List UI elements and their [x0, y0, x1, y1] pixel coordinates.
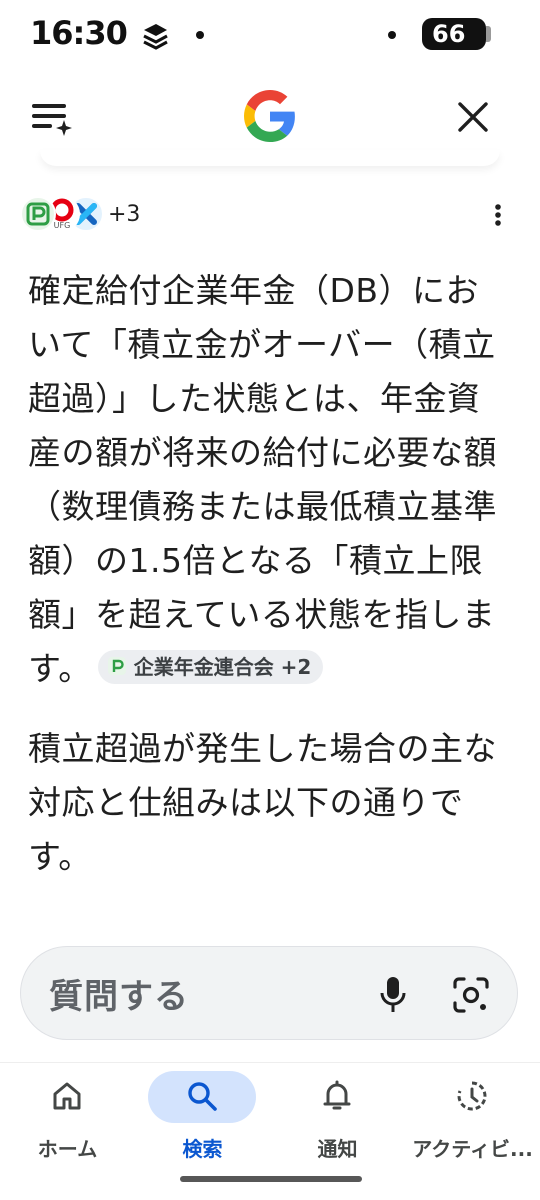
status-bar: 16:30 66: [0, 0, 540, 68]
nav-search[interactable]: 検索: [135, 1063, 270, 1183]
more-vert-icon[interactable]: [488, 200, 508, 230]
ask-input[interactable]: 質問する: [20, 946, 518, 1040]
activity-icon: [457, 1081, 487, 1111]
battery-icon: 66: [422, 18, 486, 50]
answer-text: 確定給付企業年金（DB）において「積立金がオーバー（積立超過）」した状態とは、年…: [28, 271, 497, 688]
bell-icon: [323, 1080, 351, 1110]
status-time: 16:30: [30, 14, 128, 52]
battery-level: 66: [432, 20, 466, 48]
citation-chip[interactable]: 企業年金連合会 +2: [97, 649, 324, 684]
google-g-logo[interactable]: [244, 90, 296, 142]
answer-paragraph-1: 確定給付企業年金（DB）において「積立金がオーバー（積立超過）」した状態とは、年…: [28, 264, 512, 696]
app-header: [0, 80, 540, 152]
sources-row[interactable]: UFG +3: [20, 196, 520, 236]
menu-sparkle-icon[interactable]: [30, 98, 74, 138]
notification-dot-icon: [388, 31, 396, 39]
battery-tip: [486, 26, 491, 42]
card-edge: [40, 150, 500, 166]
favicon-text: UFG: [54, 221, 71, 230]
stack-icon: [143, 24, 168, 50]
ask-placeholder: 質問する: [49, 977, 189, 1017]
nav-label-home: ホーム: [37, 1137, 98, 1161]
home-icon: [53, 1082, 81, 1110]
ai-answer: 確定給付企業年金（DB）において「積立金がオーバー（積立超過）」した状態とは、年…: [28, 264, 512, 924]
search-icon: [188, 1082, 217, 1111]
sources-more-count: +3: [108, 202, 141, 227]
nav-label-search: 検索: [182, 1137, 223, 1161]
nav-home[interactable]: ホーム: [0, 1063, 135, 1183]
mic-icon[interactable]: [377, 975, 409, 1015]
close-icon[interactable]: [454, 98, 492, 136]
home-indicator[interactable]: [180, 1176, 362, 1182]
lens-camera-icon[interactable]: [451, 975, 491, 1015]
nav-label-notifications: 通知: [317, 1137, 358, 1161]
nav-label-activity: アクティビ...: [412, 1137, 533, 1161]
answer-paragraph-2: 積立超過が発生した場合の主な対応と仕組みは以下の通りです。: [28, 722, 512, 884]
answer-text: 積立超過が発生した場合の主な対応と仕組みは以下の通りです。: [28, 729, 497, 876]
nav-activity[interactable]: アクティビ...: [405, 1063, 540, 1183]
pfa-logo-icon: [107, 657, 126, 675]
source-favicon-1: [20, 196, 56, 232]
citation-label: 企業年金連合会 +2: [133, 654, 312, 679]
nav-notifications[interactable]: 通知: [270, 1063, 405, 1183]
notification-dot-icon: [196, 31, 204, 39]
pfa-logo-icon: [26, 202, 50, 226]
